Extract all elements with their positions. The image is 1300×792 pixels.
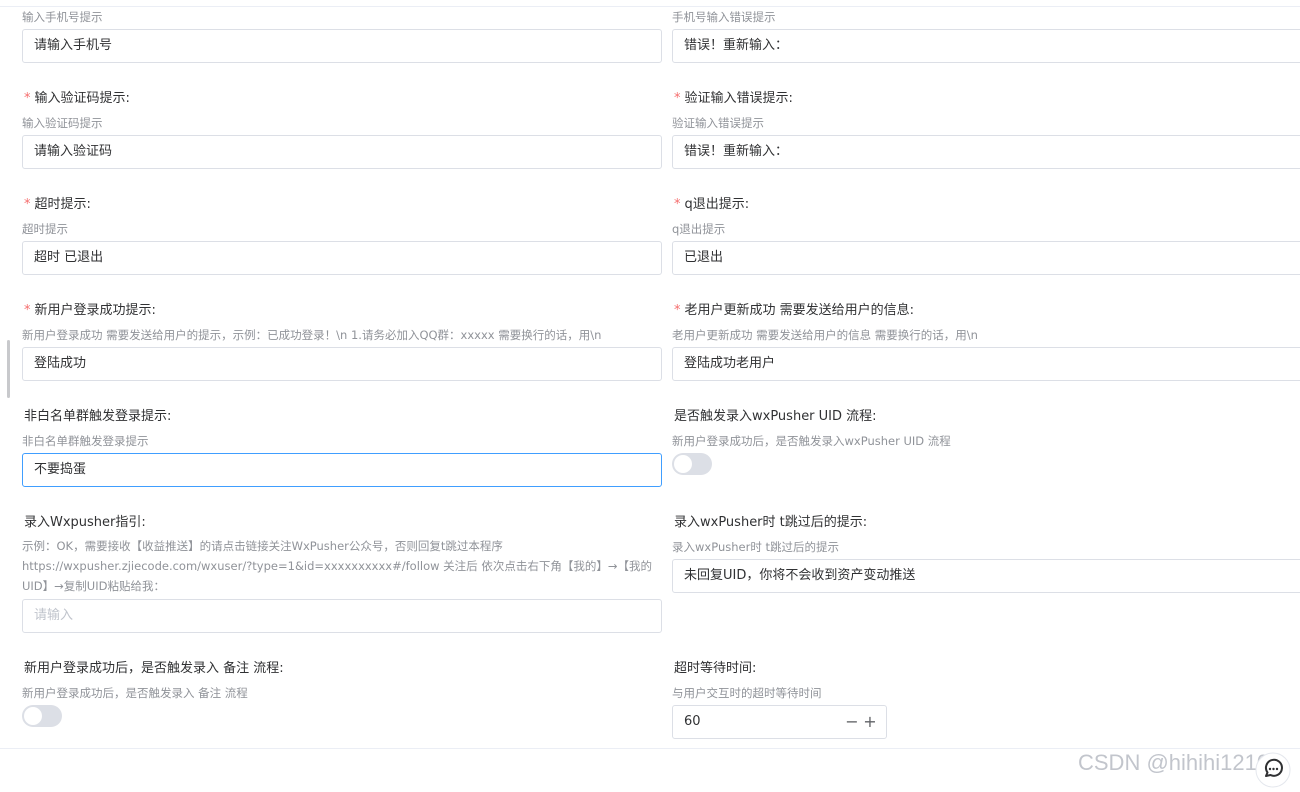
wxpusher-guide-hint-line: 示例：OK，需要接收【收益推送】的请点击链接关注WxPusher公众号，否则回复… — [22, 539, 503, 553]
wxpusher-guide-label: 录入Wxpusher指引: — [24, 515, 146, 530]
timeout-label: * 超时提示: — [24, 197, 91, 212]
timeout-wait-stepper[interactable]: 60 − + — [672, 705, 887, 739]
bottom-divider — [0, 748, 1300, 749]
new-user-success-hint: 新用户登录成功 需要发送给用户的提示，示例：已成功登录！\n 1.请务必加入QQ… — [22, 328, 602, 342]
timeout-wait-label: 超时等待时间: — [674, 661, 757, 676]
quit-input[interactable]: 已退出 — [672, 241, 1300, 275]
required-asterisk: * — [24, 197, 31, 212]
remark-trigger-switch[interactable] — [22, 705, 62, 727]
quit-label: * q退出提示: — [674, 197, 750, 212]
code-error-label: * 验证输入错误提示: — [674, 91, 793, 106]
non-whitelist-hint: 非白名单群触发登录提示 — [22, 434, 149, 448]
new-user-success-label: * 新用户登录成功提示: — [24, 303, 156, 318]
csdn-watermark: CSDN @hihihi1210 — [1078, 750, 1270, 775]
wxpusher-skip-hint: 录入wxPusher时 t跳过后的提示 — [672, 540, 839, 554]
quit-hint: q退出提示 — [672, 222, 726, 236]
switch-knob — [24, 707, 42, 725]
top-divider — [0, 6, 1300, 7]
timeout-hint: 超时提示 — [22, 222, 68, 236]
old-user-update-hint: 老用户更新成功 需要发送给用户的信息 需要换行的话，用\n — [672, 328, 978, 342]
remark-trigger-label: 新用户登录成功后，是否触发录入 备注 流程: — [24, 661, 284, 676]
timeout-wait-hint: 与用户交互时的超时等待时间 — [672, 686, 822, 700]
required-asterisk: * — [24, 91, 31, 106]
wxpusher-trigger-label: 是否触发录入wxPusher UID 流程: — [674, 409, 877, 424]
wxpusher-guide-hint-line: UID】→复制UID粘贴给我： — [22, 579, 165, 593]
phone-prompt-input[interactable]: 请输入手机号 — [22, 29, 662, 63]
stepper-increase-button[interactable]: + — [863, 706, 877, 738]
timeout-input[interactable]: 超时 已退出 — [22, 241, 662, 275]
required-asterisk: * — [674, 197, 681, 212]
stepper-decrease-button[interactable]: − — [845, 706, 859, 738]
new-user-success-input[interactable]: 登陆成功 — [22, 347, 662, 381]
stepper-value[interactable]: 60 — [684, 706, 701, 738]
code-prompt-label: * 输入验证码提示: — [24, 91, 130, 106]
remark-trigger-hint: 新用户登录成功后，是否触发录入 备注 流程 — [22, 686, 248, 700]
phone-error-hint: 手机号输入错误提示 — [672, 10, 776, 24]
wxpusher-guide-input[interactable]: 请输入 — [22, 599, 662, 633]
code-prompt-hint: 输入验证码提示 — [22, 116, 103, 130]
wxpusher-guide-hint: 示例：OK，需要接收【收益推送】的请点击链接关注WxPusher公众号，否则回复… — [22, 536, 662, 596]
code-error-input[interactable]: 错误！重新输入： — [672, 135, 1300, 169]
wxpusher-skip-label: 录入wxPusher时 t跳过后的提示: — [674, 515, 868, 530]
required-asterisk: * — [24, 303, 31, 318]
wxpusher-trigger-switch[interactable] — [672, 453, 712, 475]
phone-error-input[interactable]: 错误！重新输入： — [672, 29, 1300, 63]
old-user-update-input[interactable]: 登陆成功老用户 — [672, 347, 1300, 381]
scrollbar-thumb[interactable] — [7, 340, 10, 398]
wxpusher-guide-hint-line: https://wxpusher.zjiecode.com/wxuser/?ty… — [22, 559, 652, 573]
chat-bubble-icon[interactable] — [1255, 752, 1291, 788]
non-whitelist-input[interactable]: 不要捣蛋 — [22, 453, 662, 487]
required-asterisk: * — [674, 91, 681, 106]
old-user-update-label: * 老用户更新成功 需要发送给用户的信息: — [674, 303, 915, 318]
code-prompt-input[interactable]: 请输入验证码 — [22, 135, 662, 169]
required-asterisk: * — [674, 303, 681, 318]
non-whitelist-label: 非白名单群触发登录提示: — [24, 409, 172, 424]
phone-hint: 输入手机号提示 — [22, 10, 103, 24]
code-error-hint: 验证输入错误提示 — [672, 116, 764, 130]
wxpusher-trigger-hint: 新用户登录成功后，是否触发录入wxPusher UID 流程 — [672, 434, 951, 448]
wxpusher-skip-input[interactable]: 未回复UID，你将不会收到资产变动推送 — [672, 559, 1300, 593]
switch-knob — [674, 455, 692, 473]
